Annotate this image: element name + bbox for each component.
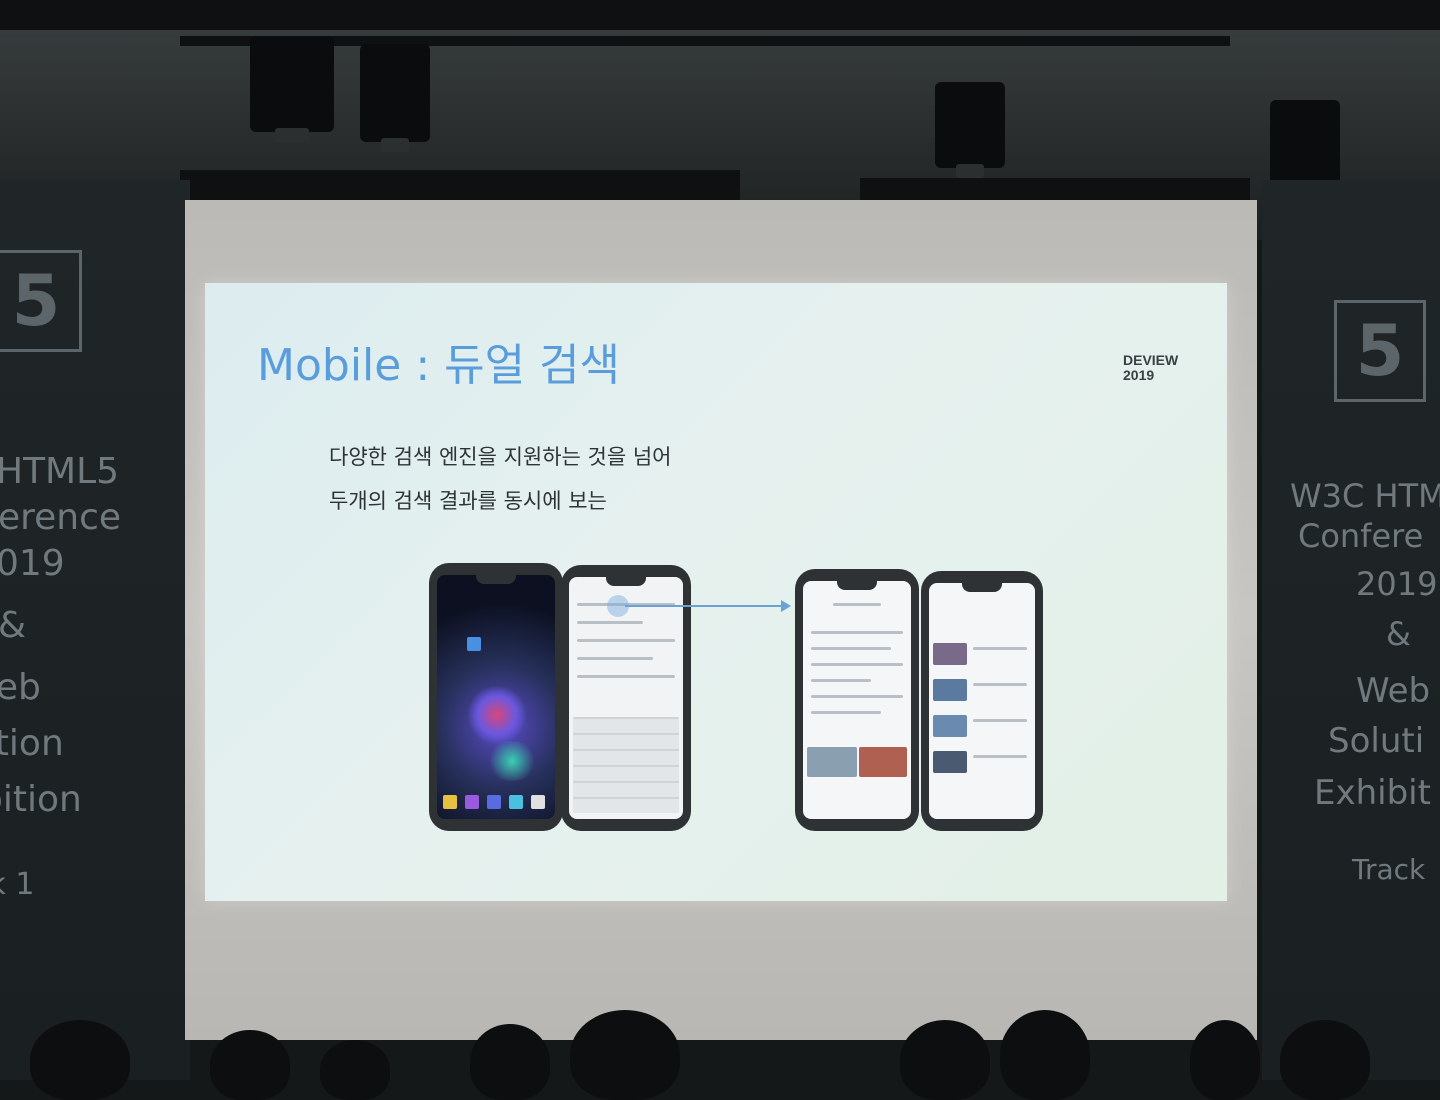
presentation-slide: Mobile : 듀얼 검색 DEVIEW 2019 다양한 검색 엔진을 지원… [205, 283, 1227, 901]
left-banner-line: & [0, 605, 27, 646]
left-banner-line: ck 1 [0, 867, 35, 902]
left-banner-line: bition [0, 779, 82, 820]
right-banner-line: Track [1352, 853, 1426, 886]
left-banner-line: erence [0, 497, 122, 538]
audience-head [1280, 1020, 1370, 1100]
dock-icon [465, 795, 479, 809]
audience-head [1190, 1020, 1260, 1100]
flower-shape [487, 741, 537, 781]
audience [0, 1000, 1440, 1100]
deview-logo-name: DEVIEW [1123, 352, 1179, 368]
left-banner-line: HTML5 [0, 451, 120, 492]
phone-notch [962, 583, 1002, 592]
right-banner-line: Confere [1298, 517, 1424, 555]
dock-icon [509, 795, 523, 809]
slide-body-line-1: 다양한 검색 엔진을 지원하는 것을 넘어 [329, 445, 672, 469]
audience-head [210, 1030, 290, 1100]
app-icon [467, 637, 481, 651]
arrow-line [625, 605, 783, 607]
content-line [973, 683, 1027, 686]
audience-head [570, 1010, 680, 1100]
content-line [811, 679, 871, 682]
content-line [811, 663, 903, 666]
dock-icon [531, 795, 545, 809]
right-banner-line: Exhibit [1314, 773, 1431, 813]
content-line [833, 603, 881, 606]
left-banner: 5 HTML5 erence 019 & Veb ution bition ck… [0, 180, 190, 1080]
image-result [933, 643, 967, 665]
ceiling-truss [1120, 8, 1440, 28]
left-banner-line: Veb [0, 667, 41, 708]
audience-head [30, 1020, 130, 1100]
stage-light [935, 82, 1005, 178]
image-result [933, 679, 967, 701]
stage-light [250, 36, 334, 142]
content-line [811, 711, 881, 714]
audience-head [900, 1020, 990, 1100]
audience-head [470, 1024, 550, 1100]
html5-logo: 5 [0, 250, 82, 352]
search-results-second [929, 583, 1035, 819]
phone-notch [837, 581, 877, 590]
content-line [577, 657, 653, 660]
home-screen [437, 575, 555, 819]
stage-light [360, 44, 430, 152]
deview-logo-year: 2019 [1123, 367, 1155, 383]
phone-notch [606, 577, 646, 586]
slide-title: Mobile : 듀얼 검색 [257, 340, 621, 391]
dock-icon [487, 795, 501, 809]
ceiling-truss [180, 170, 740, 200]
left-banner-line: ution [0, 723, 64, 764]
right-banner-line: Web [1356, 671, 1431, 711]
slide-body-line-2: 두개의 검색 결과를 동시에 보는 [329, 489, 607, 513]
image-result [807, 747, 857, 777]
html5-logo: 5 [1334, 300, 1426, 402]
audience-head [1000, 1010, 1090, 1100]
phone-notch [476, 575, 516, 584]
content-line [811, 631, 903, 634]
image-result [933, 715, 967, 737]
right-banner: 5 W3C HTM Confere 2019 & Web Soluti Exhi… [1262, 180, 1440, 1080]
content-line [973, 719, 1027, 722]
phone-left-main [429, 563, 563, 831]
arrow-head [781, 600, 791, 612]
content-line [577, 621, 643, 624]
keyboard [573, 717, 679, 813]
dock-icon [443, 795, 457, 809]
right-banner-line: 2019 [1356, 565, 1438, 603]
right-banner-line: Soluti [1328, 721, 1425, 761]
ceiling-truss [180, 36, 1230, 46]
image-result [859, 747, 907, 777]
audience-head [320, 1040, 390, 1100]
image-result [933, 751, 967, 773]
content-line [811, 647, 891, 650]
deview-logo: DEVIEW 2019 [1123, 353, 1178, 383]
search-results-google [803, 581, 911, 819]
content-line [577, 639, 675, 642]
phone-right-main [795, 569, 919, 831]
content-line [973, 647, 1027, 650]
right-banner-line: W3C HTM [1290, 477, 1440, 515]
phone-right-second [921, 571, 1043, 831]
flower-shape [467, 685, 527, 745]
left-banner-line: 019 [0, 543, 65, 584]
content-line [973, 755, 1027, 758]
content-line [577, 675, 675, 678]
right-banner-line: & [1386, 615, 1411, 653]
stage-light [1270, 100, 1340, 194]
content-line [811, 695, 903, 698]
